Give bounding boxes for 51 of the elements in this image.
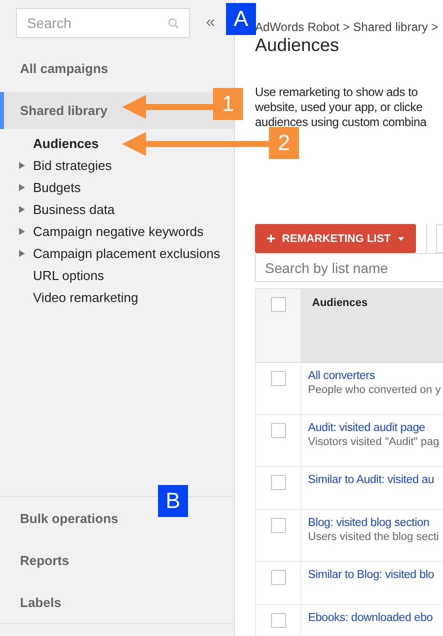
audience-description: Visotors visited "Audit" pag [308, 436, 440, 448]
remarketing-list-button[interactable]: REMARKETING LIST [255, 224, 416, 253]
page-title: Audiences [255, 35, 340, 56]
plus-icon [267, 234, 275, 243]
nav-subitem[interactable]: Audiences [33, 136, 99, 150]
expand-icon[interactable] [19, 228, 25, 234]
audience-link[interactable]: All converters [308, 370, 441, 382]
checkbox[interactable] [270, 518, 286, 533]
checkbox[interactable] [270, 475, 286, 490]
checkbox[interactable] [270, 297, 286, 312]
nav-subitem[interactable]: Campaign negative keywords [33, 224, 204, 238]
collapse-icon[interactable]: « [206, 14, 215, 32]
audience-link[interactable]: Audit: visited audit page [308, 422, 440, 434]
intro-text: website, used your app, or clicke [255, 100, 424, 115]
nav-subitem[interactable]: Video remarketing [33, 290, 138, 304]
breadcrumb: AdWords Robot > Shared library > [255, 20, 440, 34]
checkbox[interactable] [270, 371, 286, 386]
audience-link[interactable]: Similar to Blog: visited blo [308, 569, 436, 581]
checkbox[interactable] [270, 570, 286, 585]
intro-text: audiences using custom combina [255, 115, 428, 130]
annotation-label: 2 [269, 127, 299, 159]
nav-subitem[interactable]: Bid strategies [33, 158, 112, 172]
nav-item[interactable]: Reports [20, 552, 70, 568]
annotation-label: A [226, 3, 256, 35]
nav-subitem[interactable]: Business data [33, 202, 115, 216]
audience-link[interactable]: Blog: visited blog section [308, 517, 439, 529]
audience-link[interactable]: Ebooks: downloaded ebo [308, 612, 436, 624]
intro-text: Use remarketing to show ads to [255, 85, 419, 100]
checkbox[interactable] [270, 423, 286, 438]
nav-subitem[interactable]: URL options [33, 268, 104, 282]
nav-subitem[interactable]: Campaign placement exclusions [33, 246, 220, 260]
expand-icon[interactable] [19, 184, 25, 190]
list-search-field[interactable]: Search by list name [255, 253, 443, 282]
caret-icon [398, 236, 404, 240]
annotation-label: B [158, 485, 188, 517]
nav-subitem[interactable]: Budgets [33, 180, 81, 194]
expand-icon[interactable] [19, 250, 25, 256]
nav-item[interactable]: All campaigns [0, 38, 234, 79]
column-header[interactable]: Audiences [301, 289, 443, 362]
expand-icon[interactable] [19, 206, 25, 212]
nav-item[interactable]: Bulk operations [20, 510, 118, 526]
checkbox[interactable] [270, 613, 286, 628]
search-field[interactable]: Search [16, 8, 190, 38]
audience-link[interactable]: Similar to Audit: visited au [308, 474, 436, 486]
nav-item[interactable]: Labels [20, 594, 62, 610]
search-icon [168, 18, 179, 28]
annotation-label: 1 [213, 88, 243, 120]
audience-description: People who converted on y [308, 384, 441, 396]
toolbar-button[interactable] [436, 224, 443, 253]
expand-icon[interactable] [19, 162, 25, 168]
audience-description: Users visited the blog secti [308, 531, 439, 543]
